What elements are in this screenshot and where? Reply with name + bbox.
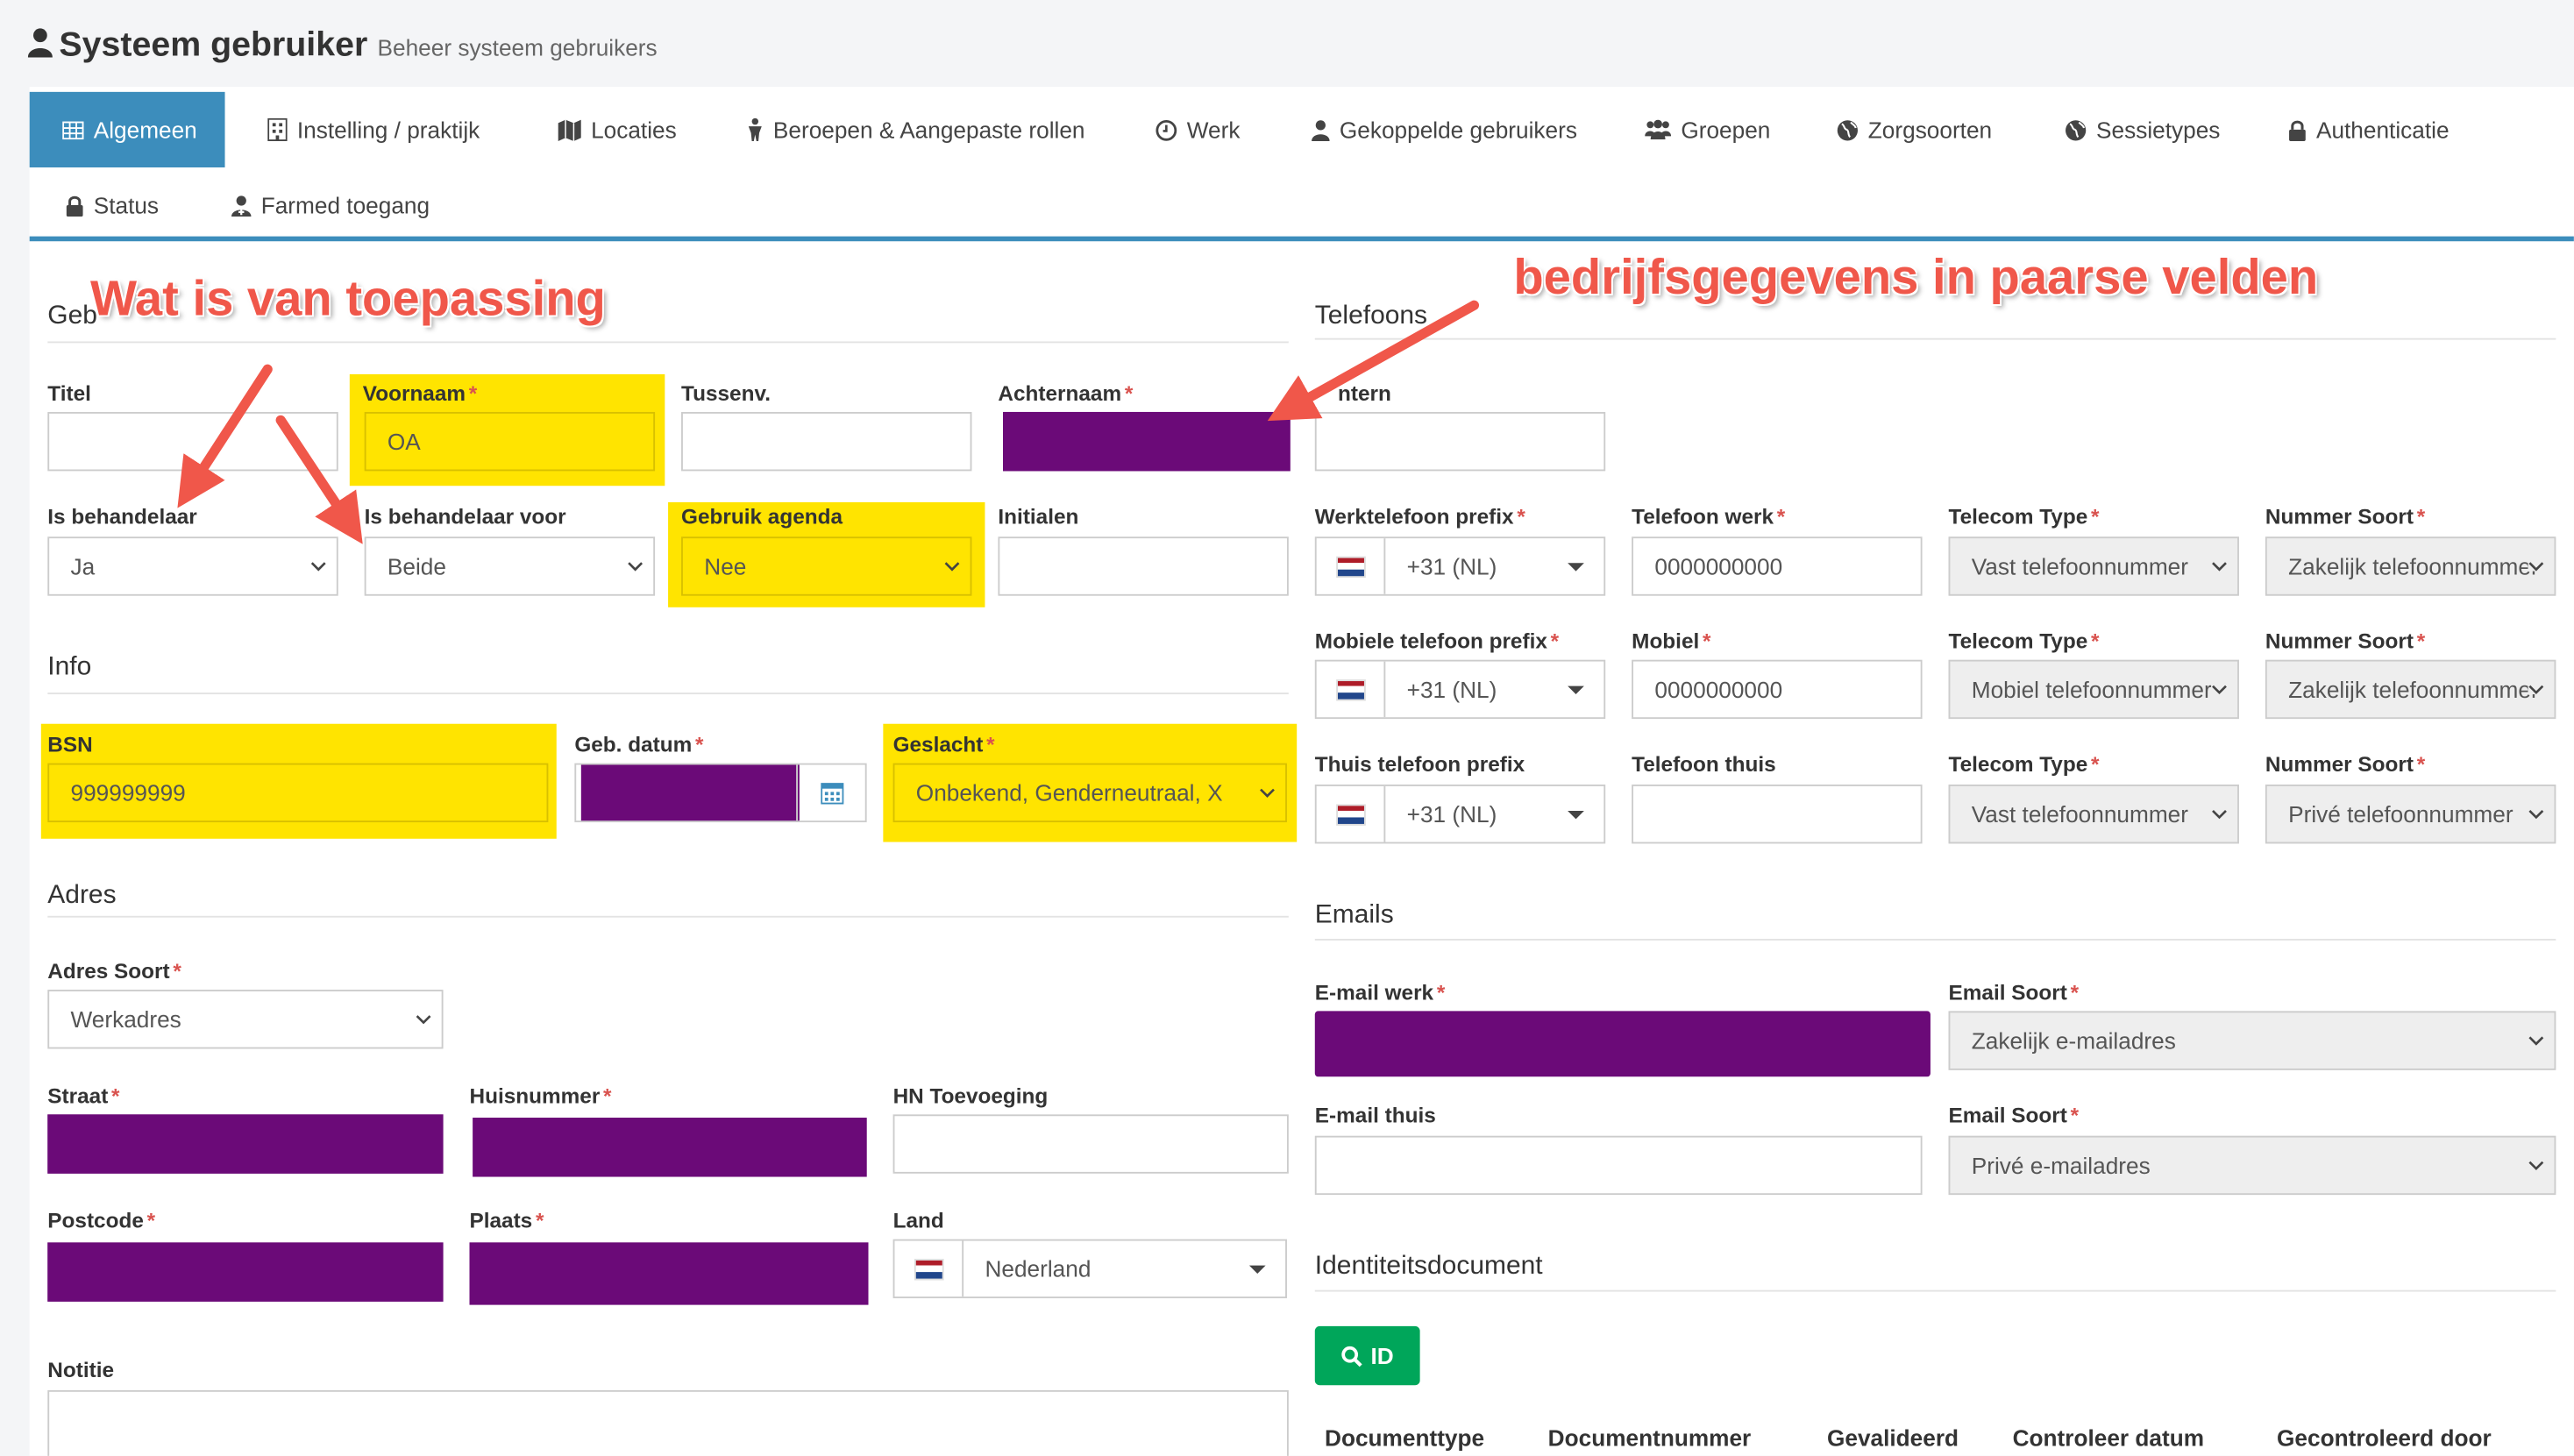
arrow-to-is-behandelaar-voor <box>275 415 363 544</box>
annotation-right: bedrijfsgegevens in paarse velden <box>1513 251 2319 306</box>
annotation-left: Wat is van toepassing <box>89 272 606 327</box>
annotation-arrows <box>177 300 1480 544</box>
arrow-to-is-behandelaar <box>177 364 273 508</box>
arrow-to-achternaam <box>1267 300 1480 422</box>
